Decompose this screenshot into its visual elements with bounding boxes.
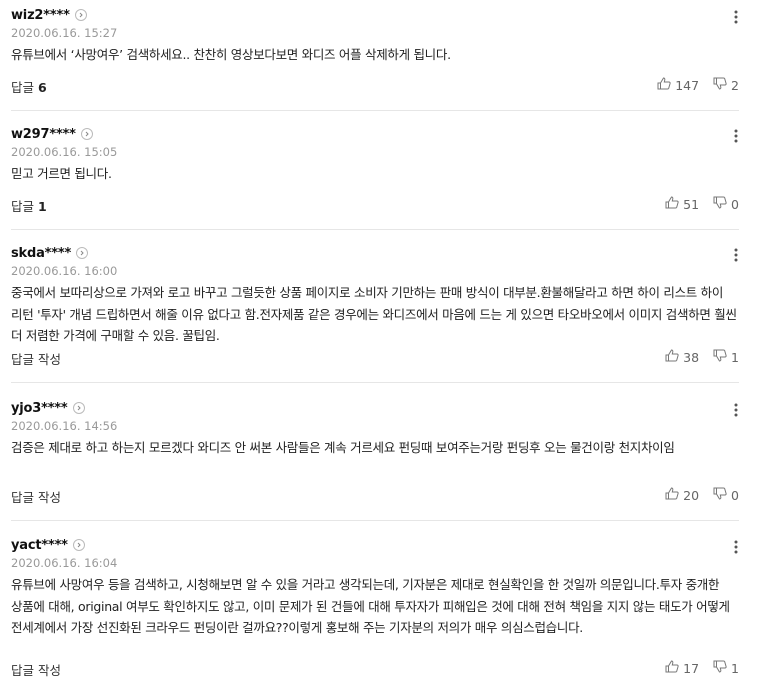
chevron-right-icon[interactable] <box>74 9 87 21</box>
comment-header: w297**** <box>11 125 93 143</box>
thumbs-down-icon <box>713 349 731 365</box>
thumbs-up-icon <box>665 487 683 503</box>
chevron-right-icon[interactable] <box>76 247 89 259</box>
comment-date: 2020.06.16. 15:27 <box>11 26 118 40</box>
comment-header: yact**** <box>11 536 85 554</box>
dislike-button[interactable]: 0 <box>713 487 739 503</box>
thumbs-up-icon <box>665 660 683 676</box>
reply-label: 답글 작성 <box>11 490 61 505</box>
comment-header: skda**** <box>11 244 89 262</box>
thumbs-up-icon <box>665 349 683 365</box>
vote-group: 38 1 <box>665 349 739 365</box>
reply-button[interactable]: 답글 1 <box>11 196 47 215</box>
like-button[interactable]: 147 <box>657 77 699 93</box>
like-button[interactable]: 17 <box>665 660 699 676</box>
like-button[interactable]: 38 <box>665 349 699 365</box>
comment-text: 유튜브에서 ‘사망여우’ 검색하세요.. 찬찬히 영상보다보면 와디즈 어플 삭… <box>11 47 451 62</box>
reply-button[interactable]: 답글 6 <box>11 77 47 96</box>
dislike-count: 2 <box>731 77 739 93</box>
more-vertical-icon[interactable] <box>731 403 741 421</box>
comment-header: yjo3**** <box>11 399 85 417</box>
comment-author[interactable]: w297**** <box>11 127 76 142</box>
dislike-button[interactable]: 2 <box>713 77 739 93</box>
thumbs-down-icon <box>713 196 731 212</box>
like-count: 38 <box>683 349 700 365</box>
like-count: 147 <box>675 77 700 93</box>
comment-author[interactable]: wiz2**** <box>11 8 70 23</box>
thumbs-up-icon <box>657 77 675 93</box>
reply-label: 답글 <box>11 80 35 95</box>
like-button[interactable]: 20 <box>665 487 699 503</box>
like-count: 51 <box>683 196 700 212</box>
comment-header: wiz2**** <box>11 6 87 24</box>
comment-date: 2020.06.16. 16:04 <box>11 556 118 570</box>
comment-date: 2020.06.16. 14:56 <box>11 419 118 433</box>
vote-group: 17 1 <box>665 660 739 676</box>
reply-button[interactable]: 답글 작성 <box>11 487 61 506</box>
reply-button[interactable]: 답글 작성 <box>11 660 61 679</box>
more-vertical-icon[interactable] <box>731 129 741 147</box>
dislike-count: 1 <box>731 660 739 676</box>
comment-text: 유튜브에 사망여우 등을 검색하고, 시청해보면 알 수 있을 거라고 생각되는… <box>11 577 730 635</box>
like-count: 17 <box>683 660 700 676</box>
like-button[interactable]: 51 <box>665 196 699 212</box>
reply-count: 1 <box>38 199 47 214</box>
comment-date: 2020.06.16. 15:05 <box>11 145 118 159</box>
chevron-right-icon[interactable] <box>72 402 85 414</box>
vote-group: 51 0 <box>665 196 739 212</box>
like-count: 20 <box>683 487 700 503</box>
reply-label: 답글 <box>11 199 35 214</box>
thumbs-down-icon <box>713 487 731 503</box>
dislike-button[interactable]: 0 <box>713 196 739 212</box>
comment-list: wiz2**** 2020.06.16. 15:27 유튜브에서 ‘사망여우’ 검색… <box>0 0 760 690</box>
comment-text: 검증은 제대로 하고 하는지 모르겠다 와디즈 안 써본 사람들은 계속 거르세… <box>11 440 675 455</box>
dislike-button[interactable]: 1 <box>713 349 739 365</box>
reply-label: 답글 작성 <box>11 663 61 678</box>
reply-label: 답글 작성 <box>11 352 61 367</box>
comment-item: skda**** 2020.06.16. 16:00 중국에서 보따리상으로 가져와… <box>11 244 739 383</box>
vote-group: 20 0 <box>665 487 739 503</box>
thumbs-down-icon <box>713 660 731 676</box>
dislike-count: 1 <box>731 349 739 365</box>
thumbs-down-icon <box>713 77 731 93</box>
comment-item: yact**** 2020.06.16. 16:04 유튜브에 사망여우 등을 검색… <box>11 536 739 686</box>
chevron-right-icon[interactable] <box>72 539 85 551</box>
reply-button[interactable]: 답글 작성 <box>11 349 61 368</box>
comment-text: 중국에서 보따리상으로 가져와 로고 바꾸고 그럴듯한 상품 페이지로 소비자 … <box>11 285 737 343</box>
vote-group: 147 2 <box>657 77 739 93</box>
comment-item: yjo3**** 2020.06.16. 14:56 검증은 제대로 하고 하는지 … <box>11 399 739 521</box>
dislike-count: 0 <box>731 196 739 212</box>
comment-author[interactable]: yjo3**** <box>11 401 68 416</box>
comment-author[interactable]: yact**** <box>11 538 68 553</box>
thumbs-up-icon <box>665 196 683 212</box>
chevron-right-icon[interactable] <box>80 128 93 140</box>
more-vertical-icon[interactable] <box>731 540 741 558</box>
comment-date: 2020.06.16. 16:00 <box>11 264 118 278</box>
reply-count: 6 <box>38 80 47 95</box>
comment-text: 믿고 거르면 됩니다. <box>11 166 112 181</box>
dislike-count: 0 <box>731 487 739 503</box>
comment-item: wiz2**** 2020.06.16. 15:27 유튜브에서 ‘사망여우’ 검색… <box>11 6 739 111</box>
comment-item: w297**** 2020.06.16. 15:05 믿고 거르면 됩니다. 답글 1… <box>11 125 739 230</box>
dislike-button[interactable]: 1 <box>713 660 739 676</box>
comment-author[interactable]: skda**** <box>11 246 71 261</box>
more-vertical-icon[interactable] <box>731 10 741 28</box>
more-vertical-icon[interactable] <box>731 248 741 266</box>
